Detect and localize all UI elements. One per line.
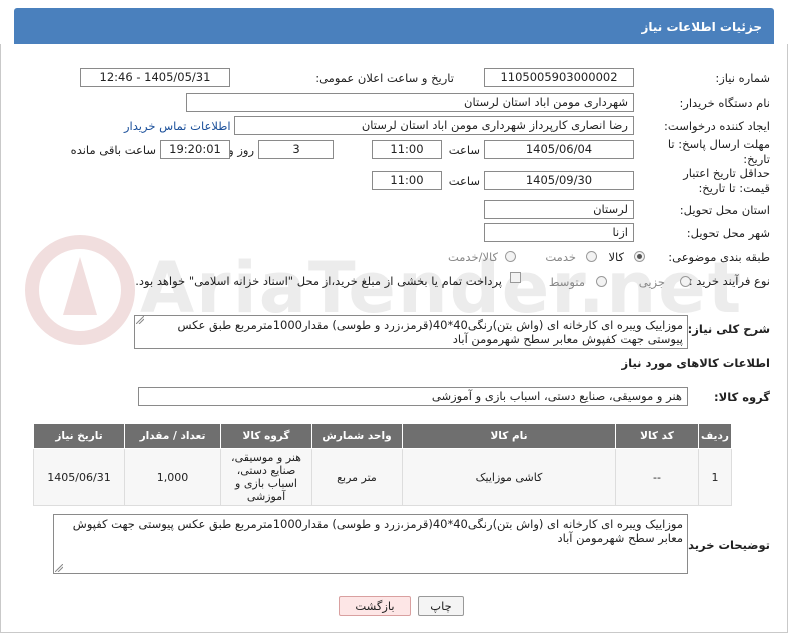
cell-unit: متر مربع: [311, 448, 403, 506]
deadline-time-field: 11:00: [372, 140, 442, 159]
cell-qty: 1,000: [124, 448, 221, 506]
col-group: گروه کالا: [220, 423, 312, 449]
payment-note: پرداخت تمام یا بخشی از مبلغ خرید،از محل …: [135, 274, 502, 288]
cell-code: --: [615, 448, 699, 506]
cell-date: 1405/06/31: [33, 448, 125, 506]
need-number-field: 1105005903000002: [484, 68, 634, 87]
process-label: نوع فرآیند خرید :: [688, 274, 770, 288]
goods-group-label: گروه کالا:: [714, 390, 770, 404]
category-option-service: خدمت: [545, 250, 576, 264]
category-option-goods: کالا: [608, 250, 624, 264]
buyer-field: شهرداری مومن اباد استان لرستان: [186, 93, 634, 112]
process-option-minor: جزیی: [638, 275, 665, 289]
category-option-both: کالا/خدمت: [447, 250, 498, 264]
goods-group-field: هنر و موسیقی، صنایع دستی، اسباب بازی و آ…: [138, 387, 688, 406]
page-header: جزئیات اطلاعات نیاز: [14, 8, 774, 44]
min-price-time-field: 11:00: [372, 171, 442, 190]
need-number-label: شماره نیاز:: [715, 71, 770, 85]
province-field: لرستان: [484, 200, 634, 219]
table-row: 1 -- کاشی موزاییک متر مربع هنر و موسیقی،…: [33, 448, 732, 506]
process-radio-minor[interactable]: [680, 276, 691, 287]
deadline-label: مهلت ارسال پاسخ: تا تاریخ:: [667, 137, 770, 166]
col-date: تاریخ نیاز: [33, 423, 125, 449]
days-field: 3: [258, 140, 334, 159]
creator-field: رضا انصاری کارپرداز شهرداری مومن اباد اس…: [234, 116, 634, 135]
category-radio-both[interactable]: [505, 251, 516, 262]
cell-group: هنر و موسیقی، صنایع دستی، اسباب بازی و آ…: [220, 448, 312, 506]
back-button[interactable]: بازگشت: [339, 596, 411, 616]
col-unit: واحد شمارش: [311, 423, 403, 449]
min-price-date-field: 1405/09/30: [484, 171, 634, 190]
payment-checkbox[interactable]: [510, 272, 521, 283]
creator-label: ایجاد کننده درخواست:: [664, 119, 770, 133]
col-name: نام کالا: [402, 423, 616, 449]
goods-table-header: ردیف کد کالا نام کالا واحد شمارش گروه کا…: [33, 423, 732, 449]
col-qty: تعداد / مقدار: [124, 423, 221, 449]
watermark-logo-icon: [25, 235, 135, 345]
province-label: استان محل تحویل:: [679, 203, 770, 217]
summary-label: شرح کلی نیاز:: [687, 322, 770, 336]
resize-grip-icon[interactable]: [55, 564, 63, 572]
category-label: طبقه بندی موضوعی:: [668, 250, 770, 264]
process-radio-medium[interactable]: [596, 276, 607, 287]
cell-name: کاشی موزاییک: [402, 448, 616, 506]
resize-grip-icon[interactable]: [136, 316, 144, 324]
page-title: جزئیات اطلاعات نیاز: [641, 20, 762, 34]
cell-row: 1: [698, 448, 732, 506]
city-label: شهر محل تحویل:: [686, 226, 770, 240]
summary-textarea[interactable]: موزاییک ویبره ای کارخانه ای (واش بتن)رنگ…: [134, 315, 688, 349]
buyer-label: نام دستگاه خریدار:: [679, 96, 770, 110]
buyer-notes-textarea[interactable]: موزاییک ویبره ای کارخانه ای (واش بتن)رنگ…: [53, 514, 688, 574]
days-label: روز و: [228, 143, 254, 157]
print-button[interactable]: چاپ: [418, 596, 464, 616]
city-field: ازنا: [484, 223, 634, 242]
deadline-date-field: 1405/06/04: [484, 140, 634, 159]
announce-field: 1405/05/31 - 12:46: [80, 68, 230, 87]
category-radio-service[interactable]: [586, 251, 597, 262]
deadline-time-label: ساعت: [448, 143, 480, 157]
min-price-time-label: ساعت: [448, 174, 480, 188]
category-radio-goods[interactable]: [634, 251, 645, 262]
col-row: ردیف: [698, 423, 732, 449]
min-price-label: حداقل تاریخ اعتبار قیمت: تا تاریخ:: [683, 166, 770, 195]
col-code: کد کالا: [615, 423, 699, 449]
buyer-contact-link[interactable]: اطلاعات تماس خریدار: [124, 119, 231, 133]
process-option-medium: متوسط: [548, 275, 585, 289]
goods-table-wrapper: ردیف کد کالا نام کالا واحد شمارش گروه کا…: [33, 423, 732, 506]
goods-section-title: اطلاعات کالاهای مورد نیاز: [621, 356, 770, 370]
remaining-time-field: 19:20:01: [160, 140, 230, 159]
announce-label: تاریخ و ساعت اعلان عمومی:: [315, 71, 454, 85]
goods-table: ردیف کد کالا نام کالا واحد شمارش گروه کا…: [33, 423, 732, 506]
remaining-time-label: ساعت باقی مانده: [70, 143, 156, 157]
